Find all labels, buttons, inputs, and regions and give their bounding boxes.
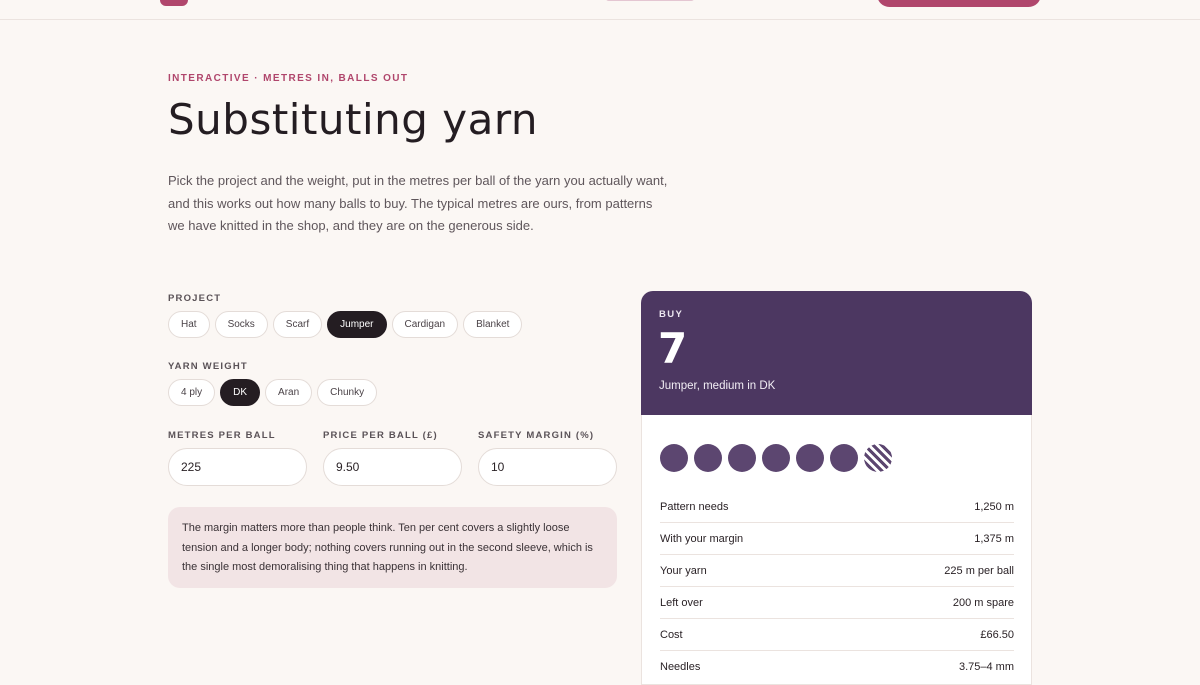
result-row-value: £66.50 (980, 628, 1014, 641)
yarn-ball-icon (660, 444, 688, 472)
yarn-weight-chip-aran[interactable]: Aran (265, 379, 313, 406)
result-row-value: 225 m per ball (944, 564, 1014, 577)
intro-paragraph: Pick the project and the weight, put in … (168, 173, 668, 233)
metres-per-ball-label: METRES PER BALL (168, 430, 276, 441)
result-row: Cost £66.50 (660, 619, 1014, 651)
metres-per-ball-input[interactable] (168, 448, 307, 486)
yarn-weight-chip-group: 4 ply DK Aran Chunky (168, 379, 378, 406)
result-row-label: Your yarn (660, 564, 707, 577)
yarn-ball-icon (830, 444, 858, 472)
result-row-label: With your margin (660, 532, 744, 545)
safety-margin-label: SAFETY MARGIN (%) (478, 430, 595, 441)
result-row-label: Left over (660, 596, 703, 609)
result-description: Jumper, medium in DK (659, 380, 776, 392)
result-row: Left over 200 m spare (660, 587, 1014, 619)
price-per-ball-label: PRICE PER BALL (£) (323, 430, 438, 441)
project-chip-jumper[interactable]: Jumper (327, 311, 387, 338)
safety-margin-input[interactable] (478, 448, 617, 486)
result-row: Your yarn 225 m per ball (660, 555, 1014, 587)
yarn-weight-chip-chunky[interactable]: Chunky (317, 379, 378, 406)
project-chip-hat[interactable]: Hat (168, 311, 210, 338)
result-card-body: Pattern needs 1,250 m With your margin 1,37… (641, 415, 1032, 685)
yarn-weight-chip-4-ply[interactable]: 4 ply (168, 379, 216, 406)
buy-label: BUY (659, 309, 684, 320)
result-row: Needles 3.75–4 mm (660, 651, 1014, 683)
result-row-label: Needles (660, 661, 701, 673)
result-row-value: 1,375 m (974, 532, 1014, 545)
result-row-value: 200 m spare (952, 596, 1014, 609)
project-chip-cardigan[interactable]: Cardigan (391, 311, 459, 338)
margin-note: The margin matters more than people thin… (168, 507, 617, 588)
buy-count: 7 (658, 324, 688, 373)
partial-yarn-ball-icon (864, 444, 892, 472)
yarn-weight-label: YARN WEIGHT (168, 361, 248, 372)
header-cta-button[interactable] (877, 0, 1041, 7)
top-nav-bar (0, 0, 1200, 20)
result-breakdown: Pattern needs 1,250 m With your margin 1,37… (660, 491, 1014, 683)
result-row-value: 3.75–4 mm (958, 661, 1014, 673)
logo-icon[interactable] (160, 0, 188, 6)
result-row: Pattern needs 1,250 m (660, 491, 1014, 523)
yarn-weight-chip-dk[interactable]: DK (220, 379, 261, 406)
project-label: PROJECT (168, 293, 222, 304)
result-card-header: BUY 7 Jumper, medium in DK (641, 291, 1032, 415)
result-row-label: Cost (660, 628, 683, 641)
page-title: Substituting yarn (168, 95, 539, 144)
project-chip-scarf[interactable]: Scarf (272, 311, 323, 338)
result-row-label: Pattern needs (660, 500, 729, 513)
yarn-ball-icon (796, 444, 824, 472)
yarn-ball-icon (728, 444, 756, 472)
yarn-ball-icon (762, 444, 790, 472)
result-row: With your margin 1,375 m (660, 523, 1014, 555)
yarn-ball-icon (694, 444, 722, 472)
project-chip-group: Hat Socks Scarf Jumper Cardigan Blanket (168, 311, 523, 338)
result-row-value: 1,250 m (974, 500, 1014, 513)
yarn-ball-visual (660, 444, 892, 472)
eyebrow: INTERACTIVE · METRES IN, BALLS OUT (168, 73, 409, 84)
project-chip-socks[interactable]: Socks (214, 311, 268, 338)
price-per-ball-input[interactable] (323, 448, 462, 486)
project-chip-blanket[interactable]: Blanket (463, 311, 523, 338)
nav-active-indicator[interactable] (606, 0, 694, 1)
